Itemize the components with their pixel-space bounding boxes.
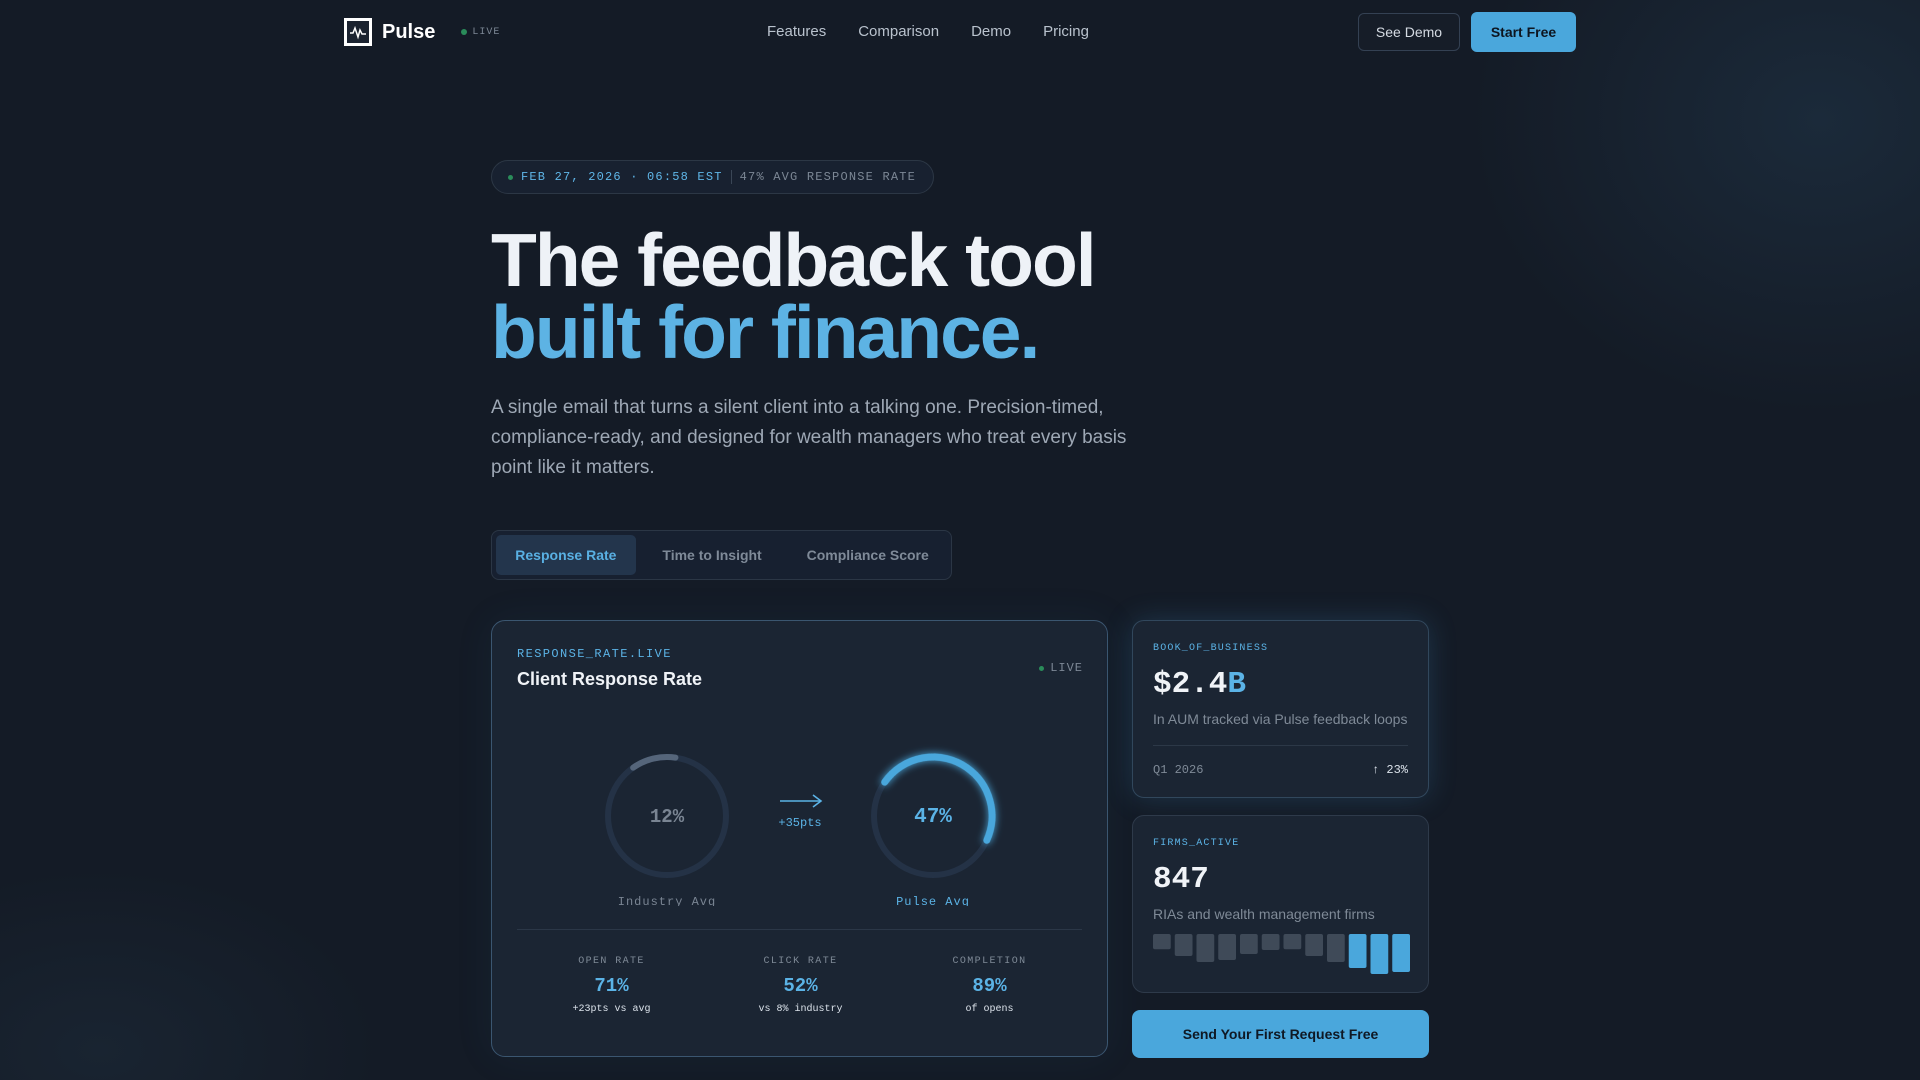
stat-completion: COMPLETION 89% of opens xyxy=(895,956,1084,1015)
brand-logo[interactable]: Pulse LIVE xyxy=(344,18,500,46)
firms-bar xyxy=(1261,934,1280,950)
firms-bar xyxy=(1174,934,1193,956)
stat-note: of opens xyxy=(965,1004,1014,1015)
stat-value: 52% xyxy=(783,975,818,997)
stat-label: CLICK RATE xyxy=(763,956,838,967)
aum-value-suffix: B xyxy=(1227,667,1247,702)
aum-description: In AUM tracked via Pulse feedback loops xyxy=(1153,711,1408,727)
card-divider xyxy=(517,929,1082,930)
pulse-gauge-caption: Pulse Avg xyxy=(896,895,970,906)
aum-period: Q1 2026 xyxy=(1153,763,1204,777)
book-of-business-card: BOOK_OF_BUSINESS $2.4B In AUM tracked vi… xyxy=(1132,620,1429,798)
industry-gauge-value: 12% xyxy=(650,806,685,828)
card-label: RESPONSE_RATE.LIVE xyxy=(517,647,672,661)
stats-row: OPEN RATE 71% +23pts vs avg CLICK RATE 5… xyxy=(517,956,1084,1015)
response-rate-card: RESPONSE_RATE.LIVE Client Response Rate … xyxy=(491,620,1108,1057)
delta-label: +35pts xyxy=(778,816,821,830)
card-divider xyxy=(1153,745,1408,746)
ticker-dot-icon xyxy=(508,174,513,180)
nav-link-pricing[interactable]: Pricing xyxy=(1043,23,1089,40)
firms-bar xyxy=(1327,934,1345,962)
stat-label: COMPLETION xyxy=(952,956,1027,967)
hero-subtitle: A single email that turns a silent clien… xyxy=(491,397,1127,478)
card-live-label: LIVE xyxy=(1050,661,1083,675)
hero-title-line1: The feedback tool xyxy=(491,218,1097,302)
tab-compliance-score[interactable]: Compliance Score xyxy=(788,535,947,575)
firms-bar-chart xyxy=(1153,934,1410,974)
stat-value: 89% xyxy=(972,975,1007,997)
nav-link-comparison[interactable]: Comparison xyxy=(858,23,939,40)
hero-title: The feedback tool built for finance. xyxy=(491,218,1097,374)
firms-bar xyxy=(1218,934,1236,960)
start-free-button[interactable]: Start Free xyxy=(1471,12,1576,52)
firms-bar xyxy=(1392,934,1410,972)
card-live-indicator: LIVE xyxy=(1039,661,1083,675)
ticker-datetime: FEB 27, 2026 · 06:58 EST xyxy=(521,170,723,184)
stat-open-rate: OPEN RATE 71% +23pts vs avg xyxy=(517,956,706,1015)
hero-title-line2: built for finance. xyxy=(491,290,1040,374)
arrow-right-icon xyxy=(780,794,823,808)
firms-description: RIAs and wealth management firms xyxy=(1153,906,1375,922)
see-demo-button[interactable]: See Demo xyxy=(1358,13,1460,51)
stat-click-rate: CLICK RATE 52% vs 8% industry xyxy=(706,956,895,1015)
firms-value: 847 xyxy=(1153,862,1209,897)
ticker-rate: 47% AVG RESPONSE RATE xyxy=(739,170,917,184)
card-label: BOOK_OF_BUSINESS xyxy=(1153,643,1269,654)
stat-label: OPEN RATE xyxy=(578,956,645,967)
send-first-request-button[interactable]: Send Your First Request Free xyxy=(1132,1010,1429,1058)
ticker-divider xyxy=(730,170,732,184)
firms-bar xyxy=(1196,934,1215,962)
tab-time-to-insight[interactable]: Time to Insight xyxy=(640,535,785,575)
aum-value-main: $2.4 xyxy=(1153,667,1228,702)
stat-value: 71% xyxy=(594,975,629,997)
nav-link-demo[interactable]: Demo xyxy=(971,23,1011,40)
firms-bar xyxy=(1153,934,1171,950)
pulse-logo-icon xyxy=(344,18,372,46)
firms-bar xyxy=(1305,934,1323,956)
industry-gauge-caption: Industry Avg xyxy=(618,895,716,906)
firms-bar xyxy=(1348,934,1367,968)
card-label: FIRMS_ACTIVE xyxy=(1153,838,1240,849)
nav-links: Features Comparison Demo Pricing xyxy=(767,23,1089,40)
live-dot-icon xyxy=(461,29,468,35)
stat-note: +23pts vs avg xyxy=(572,1004,651,1015)
firms-active-card: FIRMS_ACTIVE 847 RIAs and wealth managem… xyxy=(1132,815,1429,993)
metric-tabs: Response Rate Time to Insight Compliance… xyxy=(491,530,952,580)
firms-bar xyxy=(1240,934,1258,954)
firms-bar xyxy=(1370,934,1389,974)
status-ticker: FEB 27, 2026 · 06:58 EST 47% AVG RESPONS… xyxy=(491,160,934,194)
tab-response-rate[interactable]: Response Rate xyxy=(496,535,636,575)
live-badge: LIVE xyxy=(461,27,500,38)
card-live-dot-icon xyxy=(1039,665,1045,671)
aum-change: ↑ 23% xyxy=(1371,763,1408,777)
stat-note: vs 8% industry xyxy=(758,1004,843,1015)
gauges: 12% Industry Avg +35pts 47% Pulse Avg xyxy=(605,753,996,906)
nav-link-features[interactable]: Features xyxy=(767,23,826,40)
card-title: Client Response Rate xyxy=(517,669,703,689)
brand-name: Pulse xyxy=(382,20,436,43)
pulse-gauge-value: 47% xyxy=(914,806,952,829)
firms-bar xyxy=(1283,934,1302,950)
live-badge-label: LIVE xyxy=(472,26,501,38)
aum-value: $2.4B xyxy=(1153,667,1246,702)
top-nav: Pulse LIVE Features Comparison Demo Pric… xyxy=(0,0,1920,64)
